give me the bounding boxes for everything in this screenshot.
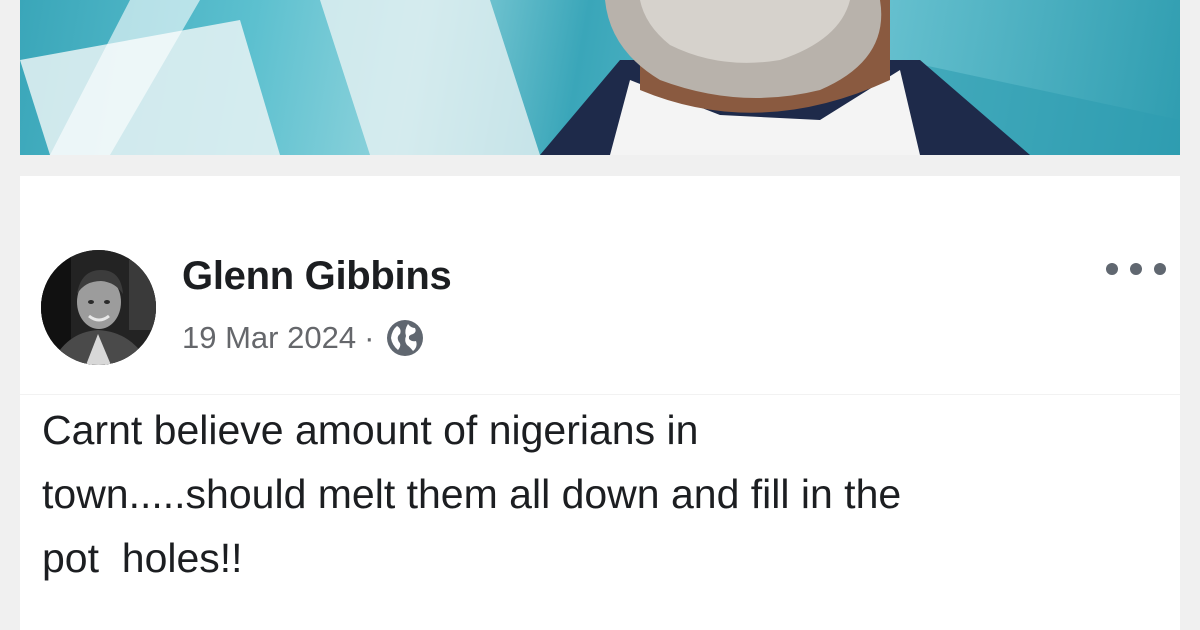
post-header-photo[interactable] bbox=[20, 0, 1180, 155]
dot bbox=[1154, 263, 1166, 275]
meta-separator: · bbox=[364, 320, 375, 355]
dot bbox=[1130, 263, 1142, 275]
avatar[interactable] bbox=[41, 250, 156, 365]
post-card: Glenn Gibbins 19 Mar 2024 · Carnt believ… bbox=[20, 176, 1180, 630]
header-divider bbox=[20, 394, 1180, 395]
post-text: Carnt believe amount of nigerians in tow… bbox=[42, 407, 902, 581]
dot bbox=[1106, 263, 1118, 275]
more-options-icon[interactable] bbox=[1106, 254, 1166, 284]
post-meta: 19 Mar 2024 · bbox=[182, 318, 426, 358]
avatar-image bbox=[41, 250, 156, 365]
photo-background bbox=[20, 0, 1180, 155]
author-name[interactable]: Glenn Gibbins bbox=[182, 254, 452, 299]
globe-icon bbox=[387, 320, 424, 356]
post-date[interactable]: 19 Mar 2024 bbox=[182, 320, 356, 356]
